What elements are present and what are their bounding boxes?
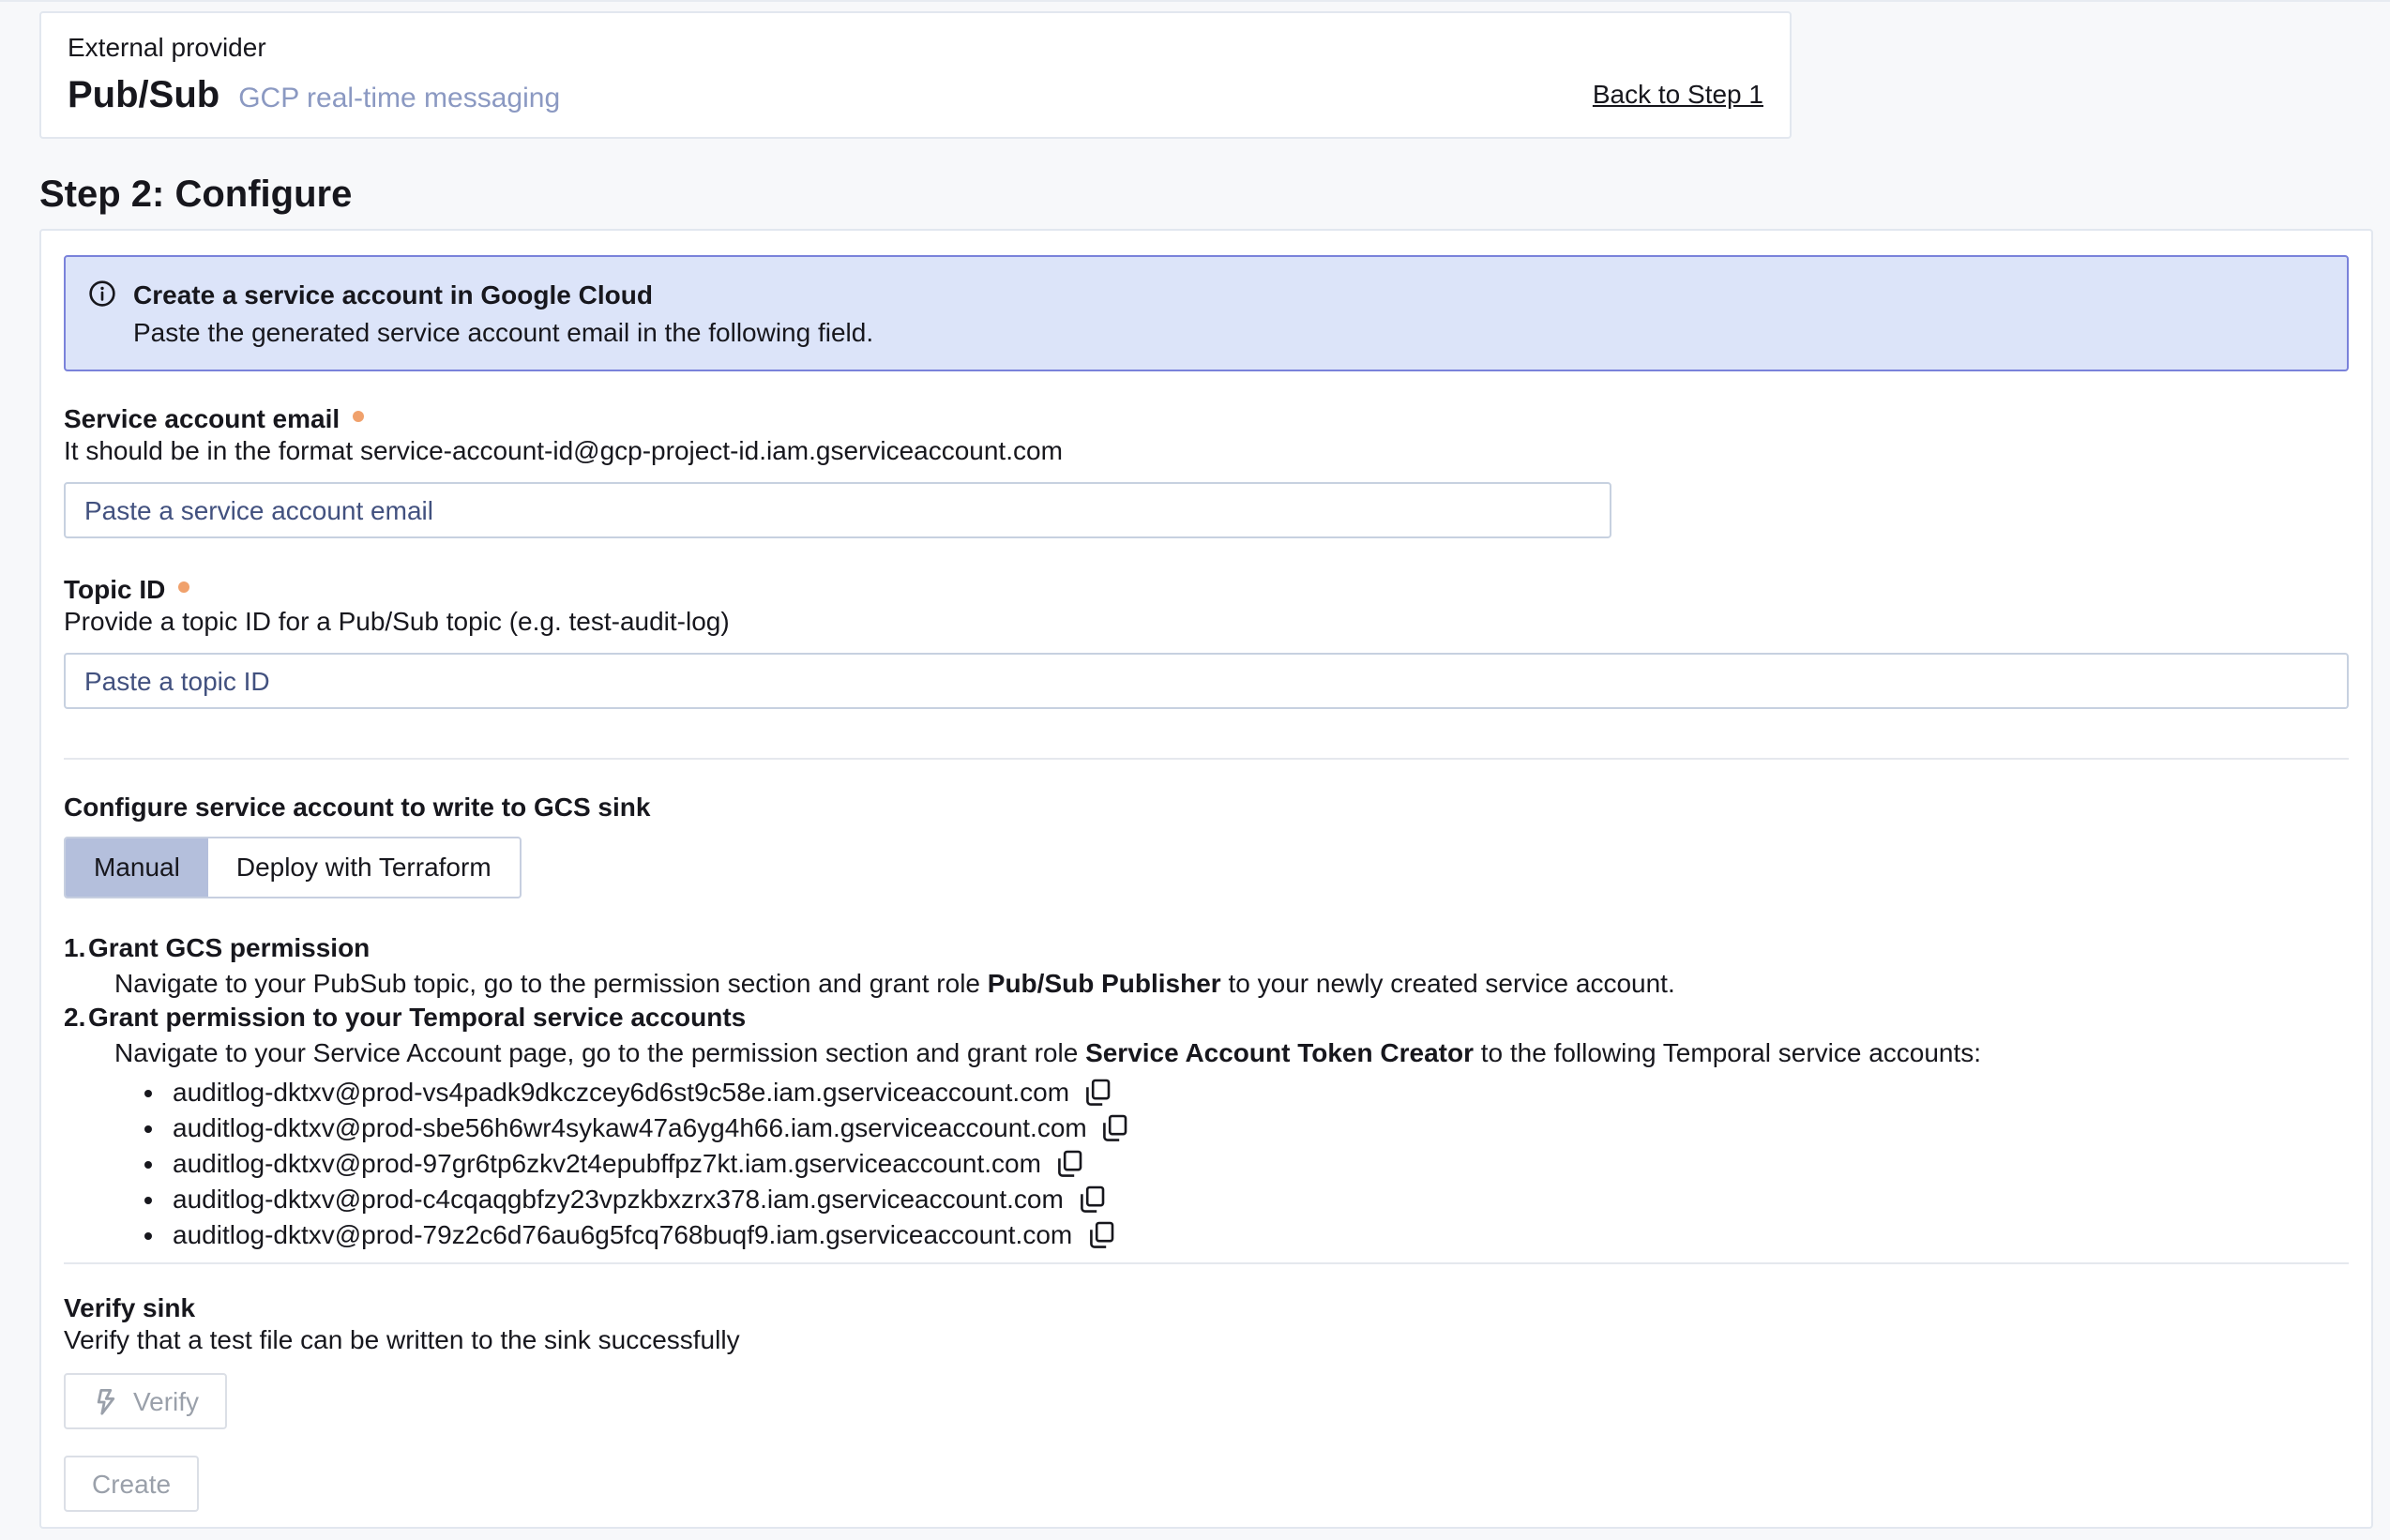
- step-number: 2.: [64, 1000, 88, 1034]
- create-button[interactable]: Create: [64, 1456, 199, 1512]
- instruction-steps: 1.Grant GCS permission Navigate to your …: [64, 930, 2349, 1253]
- required-indicator: [353, 411, 364, 422]
- tab-deploy-with-terraform[interactable]: Deploy with Terraform: [208, 838, 520, 897]
- service-account-email: auditlog-dktxv@prod-vs4padk9dkczcey6d6st…: [173, 1075, 1069, 1110]
- field-service-account-email: Service account email It should be in th…: [64, 403, 2349, 538]
- page-title: Step 2: Configure: [39, 173, 2390, 218]
- provider-card: External provider Pub/Sub GCP real-time …: [39, 11, 1792, 139]
- sink-config-tabs: Manual Deploy with Terraform: [64, 837, 522, 898]
- provider-card-label: External provider: [68, 32, 1763, 64]
- list-item: auditlog-dktxv@prod-vs4padk9dkczcey6d6st…: [173, 1075, 2349, 1110]
- copy-icon[interactable]: [1056, 1150, 1082, 1178]
- service-account-email: auditlog-dktxv@prod-79z2c6d76au6g5fcq768…: [173, 1217, 1072, 1253]
- service-account-list: auditlog-dktxv@prod-vs4padk9dkczcey6d6st…: [90, 1075, 2349, 1253]
- info-icon: [88, 279, 116, 351]
- banner-title: Create a service account in Google Cloud: [133, 276, 873, 313]
- copy-icon[interactable]: [1084, 1079, 1111, 1107]
- list-item: auditlog-dktxv@prod-97gr6tp6zkv2t4epubff…: [173, 1146, 2349, 1182]
- copy-icon[interactable]: [1102, 1114, 1128, 1142]
- back-to-step-1-link[interactable]: Back to Step 1: [1593, 79, 1763, 109]
- step-1: 1.Grant GCS permission Navigate to your …: [90, 930, 2349, 1000]
- configure-sink-label: Configure service account to write to GC…: [64, 792, 2349, 823]
- banner-description: Paste the generated service account emai…: [133, 313, 873, 351]
- step-number: 1.: [64, 930, 88, 965]
- list-item: auditlog-dktxv@prod-79z2c6d76au6g5fcq768…: [173, 1217, 2349, 1253]
- provider-name: Pub/Sub: [68, 75, 219, 116]
- divider: [64, 1262, 2349, 1264]
- copy-icon[interactable]: [1087, 1221, 1113, 1249]
- configure-card: Create a service account in Google Cloud…: [39, 229, 2373, 1529]
- divider: [64, 758, 2349, 760]
- service-account-email: auditlog-dktxv@prod-c4cqaqgbfzy23vpzkbxz…: [173, 1182, 1064, 1217]
- service-account-email-input[interactable]: [64, 482, 1611, 538]
- step-2: 2.Grant permission to your Temporal serv…: [90, 1000, 2349, 1069]
- verify-section: Verify sink Verify that a test file can …: [64, 1292, 2349, 1512]
- service-account-email: auditlog-dktxv@prod-sbe56h6wr4sykaw47a6y…: [173, 1110, 1087, 1146]
- step-title: Grant permission to your Temporal servic…: [88, 1002, 746, 1032]
- verify-sink-title: Verify sink: [64, 1292, 2349, 1324]
- page: External provider Pub/Sub GCP real-time …: [0, 0, 2390, 1540]
- verify-button[interactable]: Verify: [64, 1373, 227, 1429]
- verify-sink-description: Verify that a test file can be written t…: [64, 1324, 2349, 1356]
- tab-manual[interactable]: Manual: [66, 838, 208, 897]
- step-title: Grant GCS permission: [88, 932, 370, 962]
- required-indicator: [178, 581, 189, 593]
- topic-id-hint: Provide a topic ID for a Pub/Sub topic (…: [64, 606, 2349, 638]
- zap-icon: [92, 1387, 118, 1415]
- service-account-email-hint: It should be in the format service-accou…: [64, 435, 2349, 467]
- list-item: auditlog-dktxv@prod-c4cqaqgbfzy23vpzkbxz…: [173, 1182, 2349, 1217]
- topic-id-label: Topic ID: [64, 574, 2349, 606]
- field-topic-id: Topic ID Provide a topic ID for a Pub/Su…: [64, 574, 2349, 709]
- provider-subtitle: GCP real-time messaging: [238, 83, 560, 114]
- list-item: auditlog-dktxv@prod-sbe56h6wr4sykaw47a6y…: [173, 1110, 2349, 1146]
- service-account-email: auditlog-dktxv@prod-97gr6tp6zkv2t4epubff…: [173, 1146, 1041, 1182]
- info-banner: Create a service account in Google Cloud…: [64, 255, 2349, 371]
- topic-id-input[interactable]: [64, 653, 2349, 709]
- step-description: Navigate to your PubSub topic, go to the…: [90, 965, 2349, 1000]
- service-account-email-label: Service account email: [64, 403, 2349, 435]
- step-description: Navigate to your Service Account page, g…: [90, 1034, 2349, 1069]
- copy-icon[interactable]: [1079, 1185, 1105, 1214]
